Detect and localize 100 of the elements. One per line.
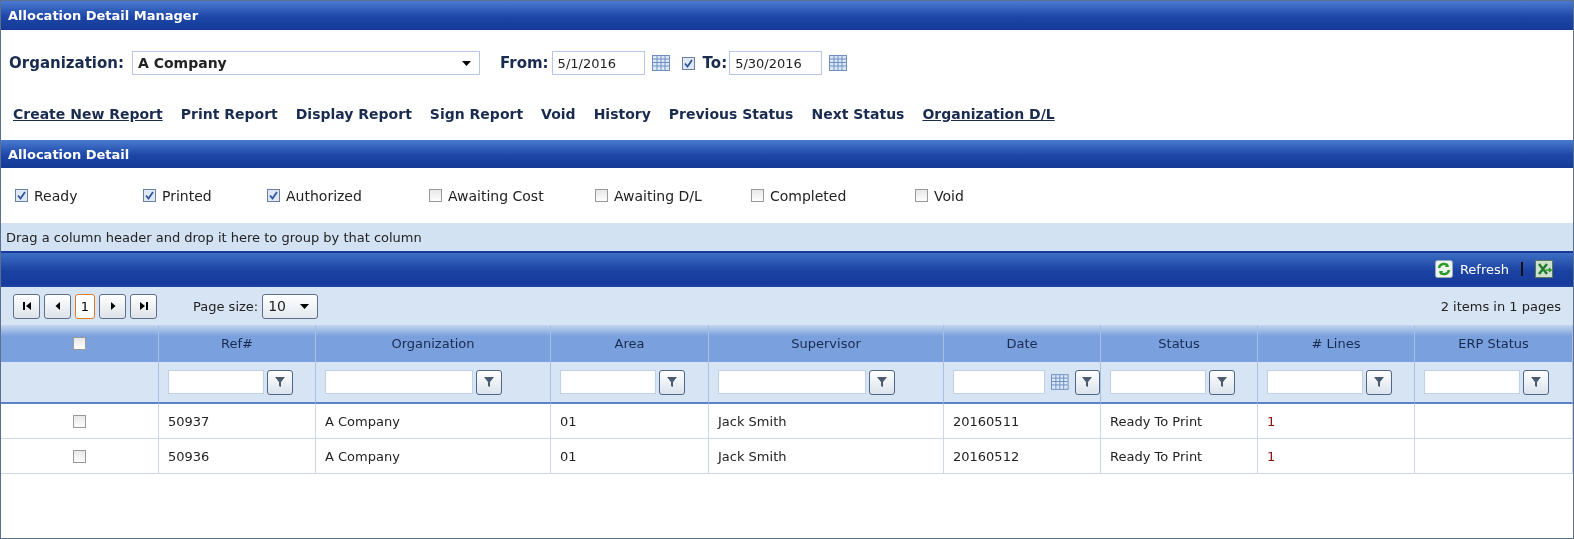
calendar-icon[interactable] <box>1051 374 1069 390</box>
action-link[interactable]: Sign Report <box>429 106 524 140</box>
filter-field[interactable] <box>953 370 1045 394</box>
checkbox-label: Completed <box>770 187 847 204</box>
filter-button[interactable] <box>267 369 293 395</box>
table-cell: 50936 <box>159 439 316 474</box>
checkbox[interactable] <box>15 189 28 202</box>
filter-icon <box>1216 376 1228 388</box>
page-number-button[interactable]: 1 <box>75 293 95 319</box>
from-label: From: <box>500 54 549 72</box>
filter-button[interactable] <box>1209 369 1235 395</box>
table-cell: 1 <box>1258 439 1415 474</box>
action-link[interactable]: Create New Report <box>13 106 163 140</box>
refresh-icon <box>1434 260 1453 278</box>
filter-field[interactable] <box>325 370 473 394</box>
filter-icon <box>274 376 286 388</box>
column-header[interactable]: Area <box>551 325 709 362</box>
action-link[interactable]: Display Report <box>295 106 412 140</box>
row-checkbox[interactable] <box>73 449 86 463</box>
last-page-icon <box>138 301 149 311</box>
filter-field[interactable] <box>1110 370 1206 394</box>
column-header[interactable]: Status <box>1101 325 1258 362</box>
filter-icon <box>1373 376 1385 388</box>
group-hint: Drag a column header and drop it here to group by that column <box>6 229 422 245</box>
to-date-field[interactable]: 5/30/2016 <box>729 51 823 75</box>
table-cell: 20160512 <box>944 439 1101 474</box>
filter-button[interactable] <box>476 369 502 395</box>
filter-field[interactable] <box>560 370 656 394</box>
first-page-icon <box>21 301 32 311</box>
export-icon[interactable] <box>1535 260 1553 278</box>
column-header[interactable]: Supervisor <box>709 325 944 362</box>
column-header[interactable]: Date <box>944 325 1101 362</box>
page-size-dropdown[interactable]: 10 <box>262 293 319 319</box>
table-cell: Ready To Print <box>1101 439 1258 474</box>
table-cell: Jack Smith <box>709 404 944 439</box>
calendar-icon[interactable] <box>651 55 670 71</box>
checkbox-label: Void <box>934 187 964 204</box>
column-header[interactable]: Ref# <box>159 325 316 362</box>
action-link[interactable]: Next Status <box>811 106 905 140</box>
organization-dropdown[interactable]: A Company <box>132 51 480 75</box>
column-header[interactable]: Organization <box>316 325 551 362</box>
next-page-button[interactable] <box>99 293 126 319</box>
window-title: Allocation Detail Manager <box>8 8 199 23</box>
filter-field[interactable] <box>1424 370 1520 394</box>
filter-button[interactable] <box>1366 369 1392 395</box>
from-date-field[interactable]: 5/1/2016 <box>551 51 645 75</box>
table-cell: 01 <box>551 404 709 439</box>
filter-field[interactable] <box>168 370 264 394</box>
table-cell: A Company <box>316 439 551 474</box>
action-link[interactable]: Previous Status <box>668 106 794 140</box>
to-label: To: <box>702 54 728 72</box>
first-page-button[interactable] <box>13 293 40 319</box>
refresh-button[interactable]: Refresh <box>1434 260 1509 278</box>
filter-field[interactable] <box>718 370 866 394</box>
table-cell: 50937 <box>159 404 316 439</box>
column-header[interactable]: # Lines <box>1258 325 1415 362</box>
pager-summary: 2 items in 1 pages <box>1440 298 1561 314</box>
checkbox-label: Authorized <box>286 187 362 204</box>
filter-button[interactable] <box>869 369 895 395</box>
filter-field[interactable] <box>1267 370 1363 394</box>
column-header[interactable]: ERP Status <box>1415 325 1573 362</box>
filter-icon <box>876 376 888 388</box>
checkbox-label: Printed <box>162 187 212 204</box>
checkbox-label: Ready <box>34 187 78 204</box>
checkbox-label: Awaiting Cost <box>448 187 544 204</box>
filter-button[interactable] <box>1074 369 1100 395</box>
table-cell: Ready To Print <box>1101 404 1258 439</box>
checkbox[interactable] <box>595 189 608 202</box>
table-cell: 20160511 <box>944 404 1101 439</box>
table-cell: A Company <box>316 404 551 439</box>
table-cell: 1 <box>1258 404 1415 439</box>
filter-icon <box>483 376 495 388</box>
checkbox[interactable] <box>751 189 764 202</box>
previous-page-button[interactable] <box>44 293 71 319</box>
caret-icon <box>300 303 310 309</box>
checkbox[interactable] <box>143 189 156 202</box>
organization-label: Organization: <box>9 54 124 72</box>
action-link[interactable]: Void <box>541 106 576 140</box>
last-page-button[interactable] <box>130 293 157 319</box>
checkbox[interactable] <box>915 189 928 202</box>
calendar-icon[interactable] <box>829 55 848 71</box>
action-link[interactable]: History <box>593 106 651 140</box>
action-link[interactable]: Organization D/L <box>922 106 1055 140</box>
filter-button[interactable] <box>659 369 685 395</box>
checkbox-label: Awaiting D/L <box>614 187 702 204</box>
filter-icon <box>1530 376 1542 388</box>
page-size-label: Page size: <box>193 298 259 314</box>
row-checkbox[interactable] <box>73 414 86 428</box>
filter-icon <box>1081 376 1094 388</box>
filter-icon <box>666 376 678 388</box>
table-cell: Jack Smith <box>709 439 944 474</box>
filter-button[interactable] <box>1523 369 1549 395</box>
table-cell: 01 <box>551 439 709 474</box>
caret-icon <box>462 60 471 66</box>
checkbox[interactable] <box>681 56 695 70</box>
checkbox[interactable] <box>267 189 280 202</box>
checkbox[interactable] <box>429 189 442 202</box>
select-all-checkbox[interactable] <box>73 337 86 350</box>
section-title: Allocation Detail <box>8 146 130 162</box>
action-link[interactable]: Print Report <box>180 106 278 140</box>
